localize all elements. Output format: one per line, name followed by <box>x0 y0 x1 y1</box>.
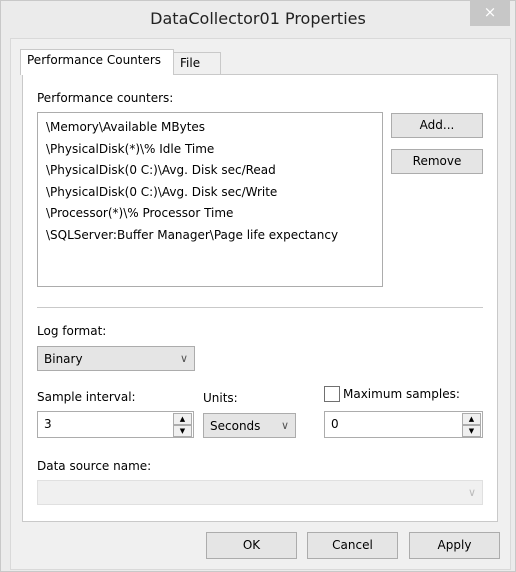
ok-button[interactable]: OK <box>206 532 297 559</box>
list-item[interactable]: \PhysicalDisk(0 C:)\Avg. Disk sec/Read <box>46 160 382 182</box>
log-format-label: Log format: <box>37 324 107 338</box>
maximum-samples-checkbox[interactable] <box>324 386 340 402</box>
close-button[interactable]: × <box>470 0 510 26</box>
sample-interval-value: 3 <box>44 417 52 431</box>
spin-up-button[interactable]: ▲ <box>173 413 192 425</box>
cancel-button[interactable]: Cancel <box>307 532 398 559</box>
apply-button[interactable]: Apply <box>409 532 500 559</box>
performance-counters-label: Performance counters: <box>37 91 174 105</box>
list-item[interactable]: \Processor(*)\% Processor Time <box>46 203 382 225</box>
maximum-samples-label: Maximum samples: <box>343 387 460 401</box>
sample-interval-label: Sample interval: <box>37 390 136 404</box>
list-item[interactable]: \Memory\Available MBytes <box>46 117 382 139</box>
sample-interval-input[interactable]: 3 ▲ ▼ <box>37 411 194 438</box>
tab-performance-counters[interactable]: Performance Counters <box>20 49 174 75</box>
list-item[interactable]: \PhysicalDisk(*)\% Idle Time <box>46 139 382 161</box>
maximum-samples-value: 0 <box>331 417 339 431</box>
units-value: Seconds <box>210 419 261 433</box>
divider <box>37 307 483 308</box>
units-label: Units: <box>203 391 238 405</box>
remove-button[interactable]: Remove <box>391 149 483 174</box>
units-select[interactable]: Seconds ∨ <box>203 413 296 438</box>
list-item[interactable]: \PhysicalDisk(0 C:)\Avg. Disk sec/Write <box>46 182 382 204</box>
spin-up-button[interactable]: ▲ <box>462 413 481 425</box>
spin-down-button[interactable]: ▼ <box>173 425 192 437</box>
data-source-select[interactable]: ∨ <box>37 480 483 505</box>
close-icon: × <box>483 3 497 21</box>
spin-down-button[interactable]: ▼ <box>462 425 481 437</box>
chevron-down-icon: ∨ <box>280 419 289 432</box>
tab-file[interactable]: File <box>173 52 221 74</box>
counters-listbox[interactable]: \Memory\Available MBytes \PhysicalDisk(*… <box>37 112 383 287</box>
maximum-samples-input[interactable]: 0 ▲ ▼ <box>324 411 483 438</box>
log-format-select[interactable]: Binary ∨ <box>37 346 195 371</box>
log-format-value: Binary <box>44 352 83 366</box>
chevron-down-icon: ∨ <box>179 352 188 365</box>
list-item[interactable]: \SQLServer:Buffer Manager\Page life expe… <box>46 225 382 247</box>
window-title: DataCollector01 Properties <box>150 9 366 28</box>
data-source-label: Data source name: <box>37 459 152 473</box>
add-button[interactable]: Add... <box>391 113 483 138</box>
chevron-down-icon: ∨ <box>467 486 476 499</box>
